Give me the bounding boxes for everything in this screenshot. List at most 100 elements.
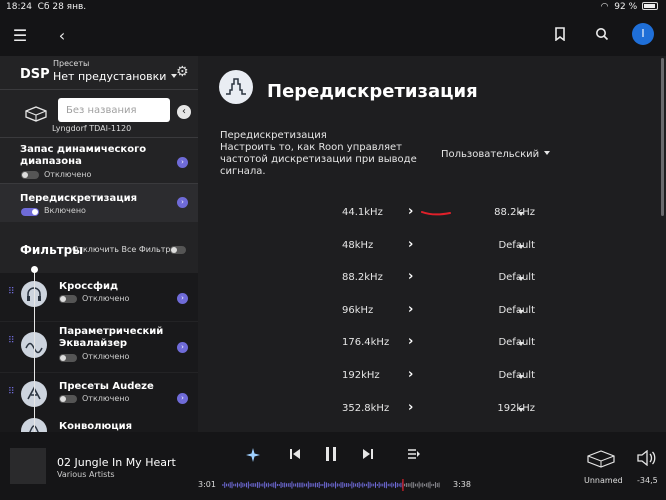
source-rate: 192kHz bbox=[342, 370, 380, 381]
zone-name[interactable]: Unnamed bbox=[584, 476, 623, 485]
rate-row: 88.2kHz › Default bbox=[198, 269, 666, 289]
target-rate-dropdown[interactable]: Default bbox=[475, 272, 535, 283]
filter-status: Отключено bbox=[82, 294, 130, 303]
chevron-down-icon bbox=[518, 407, 524, 412]
filter-title: Пресеты Audeze bbox=[59, 381, 154, 392]
search-icon[interactable] bbox=[590, 24, 614, 48]
drag-handle-icon[interactable]: ⠿ bbox=[8, 387, 15, 397]
headroom-toggle[interactable] bbox=[21, 171, 39, 179]
setting-description: Настроить то, как Roon управляет частото… bbox=[220, 142, 417, 177]
target-rate-dropdown[interactable]: 88.2kHz bbox=[475, 207, 535, 218]
disable-all-filters-toggle[interactable] bbox=[170, 246, 186, 254]
filter-title: Кроссфид bbox=[59, 281, 119, 292]
filter-go-icon[interactable]: › bbox=[177, 393, 188, 404]
source-rate: 48kHz bbox=[342, 239, 374, 251]
source-rate: 96kHz bbox=[342, 304, 374, 316]
filter-row-crossfeed[interactable]: ⠿ Кроссфид Отключено › bbox=[0, 273, 198, 321]
pause-icon[interactable] bbox=[324, 446, 338, 466]
target-rate-dropdown[interactable]: Default bbox=[475, 370, 535, 381]
disable-all-filters-label: Отключить Все Фильтры bbox=[72, 245, 177, 254]
filter-go-icon[interactable]: › bbox=[177, 342, 188, 353]
rate-row: 96kHz › Default bbox=[198, 302, 666, 322]
radio-sparkle-icon[interactable] bbox=[245, 447, 261, 467]
resampling-icon bbox=[219, 70, 253, 104]
preset-name-input[interactable] bbox=[58, 98, 170, 122]
arrow-right-icon: › bbox=[408, 204, 414, 219]
arrow-right-icon: › bbox=[408, 269, 414, 285]
headroom-go-icon[interactable]: › bbox=[177, 157, 188, 168]
wifi-icon: ◠ bbox=[600, 2, 609, 12]
bookmark-icon[interactable] bbox=[548, 24, 572, 48]
resample-status: Включено bbox=[44, 206, 86, 215]
headroom-title: Запас динамического диапазона bbox=[20, 144, 147, 167]
setting-title: Передискретизация bbox=[220, 130, 327, 141]
chevron-down-icon bbox=[518, 309, 524, 314]
device-name: Lyngdorf TDAI-1120 bbox=[52, 124, 132, 133]
filter-toggle[interactable] bbox=[59, 354, 77, 362]
volume-value[interactable]: -34,5 bbox=[637, 476, 658, 485]
track-title[interactable]: 02 Jungle In My Heart bbox=[57, 456, 176, 469]
status-time-date: 18:24 Сб 28 янв. bbox=[6, 2, 87, 12]
filter-row-audeze[interactable]: ⠿ Пресеты Audeze Отключено › bbox=[0, 373, 198, 421]
resample-row[interactable]: Передискретизация Включено › bbox=[0, 184, 198, 222]
chevron-down-icon bbox=[518, 212, 524, 216]
total-time: 3:38 bbox=[453, 480, 471, 489]
red-annotation-stroke bbox=[421, 211, 451, 216]
arrow-right-icon: › bbox=[408, 399, 414, 415]
arrow-right-icon: › bbox=[408, 334, 414, 350]
resampling-panel: Передискретизация Передискретизация Наст… bbox=[198, 56, 666, 432]
page-title: Передискретизация bbox=[267, 81, 478, 102]
rate-row: 48kHz › Default bbox=[198, 237, 666, 257]
elapsed-time: 3:01 bbox=[198, 480, 216, 489]
filter-toggle[interactable] bbox=[59, 395, 77, 403]
dsp-title: DSP bbox=[20, 67, 50, 82]
next-icon[interactable] bbox=[362, 448, 374, 464]
rate-row: 192kHz › Default bbox=[198, 367, 666, 387]
divider bbox=[0, 89, 198, 90]
target-rate-dropdown[interactable]: Default bbox=[475, 240, 535, 251]
resample-go-icon[interactable]: › bbox=[177, 197, 188, 208]
resample-mode-dropdown[interactable]: Пользовательский bbox=[441, 149, 551, 160]
album-art[interactable] bbox=[10, 448, 46, 484]
headroom-row[interactable]: Запас динамического диапазона Отключено … bbox=[0, 142, 198, 182]
status-right: ◠ 92 % bbox=[601, 2, 658, 12]
target-rate-dropdown[interactable]: Default bbox=[475, 337, 535, 348]
target-rate-dropdown[interactable]: Default bbox=[475, 305, 535, 316]
source-rate: 44.1kHz bbox=[342, 207, 383, 218]
chevron-down-icon bbox=[518, 375, 524, 379]
resample-toggle[interactable] bbox=[21, 208, 39, 216]
zone-device-icon[interactable] bbox=[586, 450, 616, 468]
queue-icon[interactable] bbox=[407, 448, 421, 464]
top-bar: ☰ ‹ bbox=[0, 16, 666, 56]
chevron-down-icon bbox=[544, 151, 551, 155]
arrow-right-icon: › bbox=[408, 236, 414, 252]
gear-icon[interactable]: ⚙ bbox=[176, 64, 189, 80]
back-icon[interactable]: ‹ bbox=[50, 24, 74, 48]
collapse-arrow-icon[interactable]: ‹ bbox=[177, 105, 191, 119]
preset-dropdown[interactable]: Нет предустановки bbox=[53, 70, 178, 83]
dsp-sidebar: DSP Пресеты Нет предустановки ⚙ ‹ Lyngdo… bbox=[0, 56, 198, 432]
waveform-seekbar[interactable] bbox=[222, 479, 440, 491]
filter-chain-line bbox=[34, 268, 35, 432]
previous-icon[interactable] bbox=[289, 448, 301, 464]
menu-icon[interactable]: ☰ bbox=[8, 24, 32, 48]
filter-row-parametric-eq[interactable]: ⠿ Параметрический Эквалайзер Отключено › bbox=[0, 322, 198, 372]
divider bbox=[0, 137, 198, 138]
filter-toggle[interactable] bbox=[59, 295, 77, 303]
drag-handle-icon[interactable]: ⠿ bbox=[8, 287, 15, 297]
drag-handle-icon[interactable]: ⠿ bbox=[8, 336, 15, 346]
avatar[interactable]: I bbox=[632, 23, 654, 45]
filter-status: Отключено bbox=[82, 352, 130, 361]
filter-chain-start bbox=[31, 266, 38, 273]
track-artist[interactable]: Various Artists bbox=[57, 470, 115, 479]
chevron-down-icon bbox=[518, 277, 524, 282]
scrollbar[interactable] bbox=[661, 58, 664, 216]
rate-row: 352.8kHz › 192kHz bbox=[198, 400, 666, 420]
chevron-down-icon bbox=[518, 342, 524, 347]
volume-icon[interactable] bbox=[636, 449, 656, 470]
filter-row-convolution[interactable]: Конволюция bbox=[0, 416, 198, 432]
amplifier-device-icon bbox=[25, 106, 47, 122]
filter-status: Отключено bbox=[82, 394, 130, 403]
filter-go-icon[interactable]: › bbox=[177, 293, 188, 304]
target-rate-dropdown[interactable]: 192kHz bbox=[475, 403, 535, 414]
